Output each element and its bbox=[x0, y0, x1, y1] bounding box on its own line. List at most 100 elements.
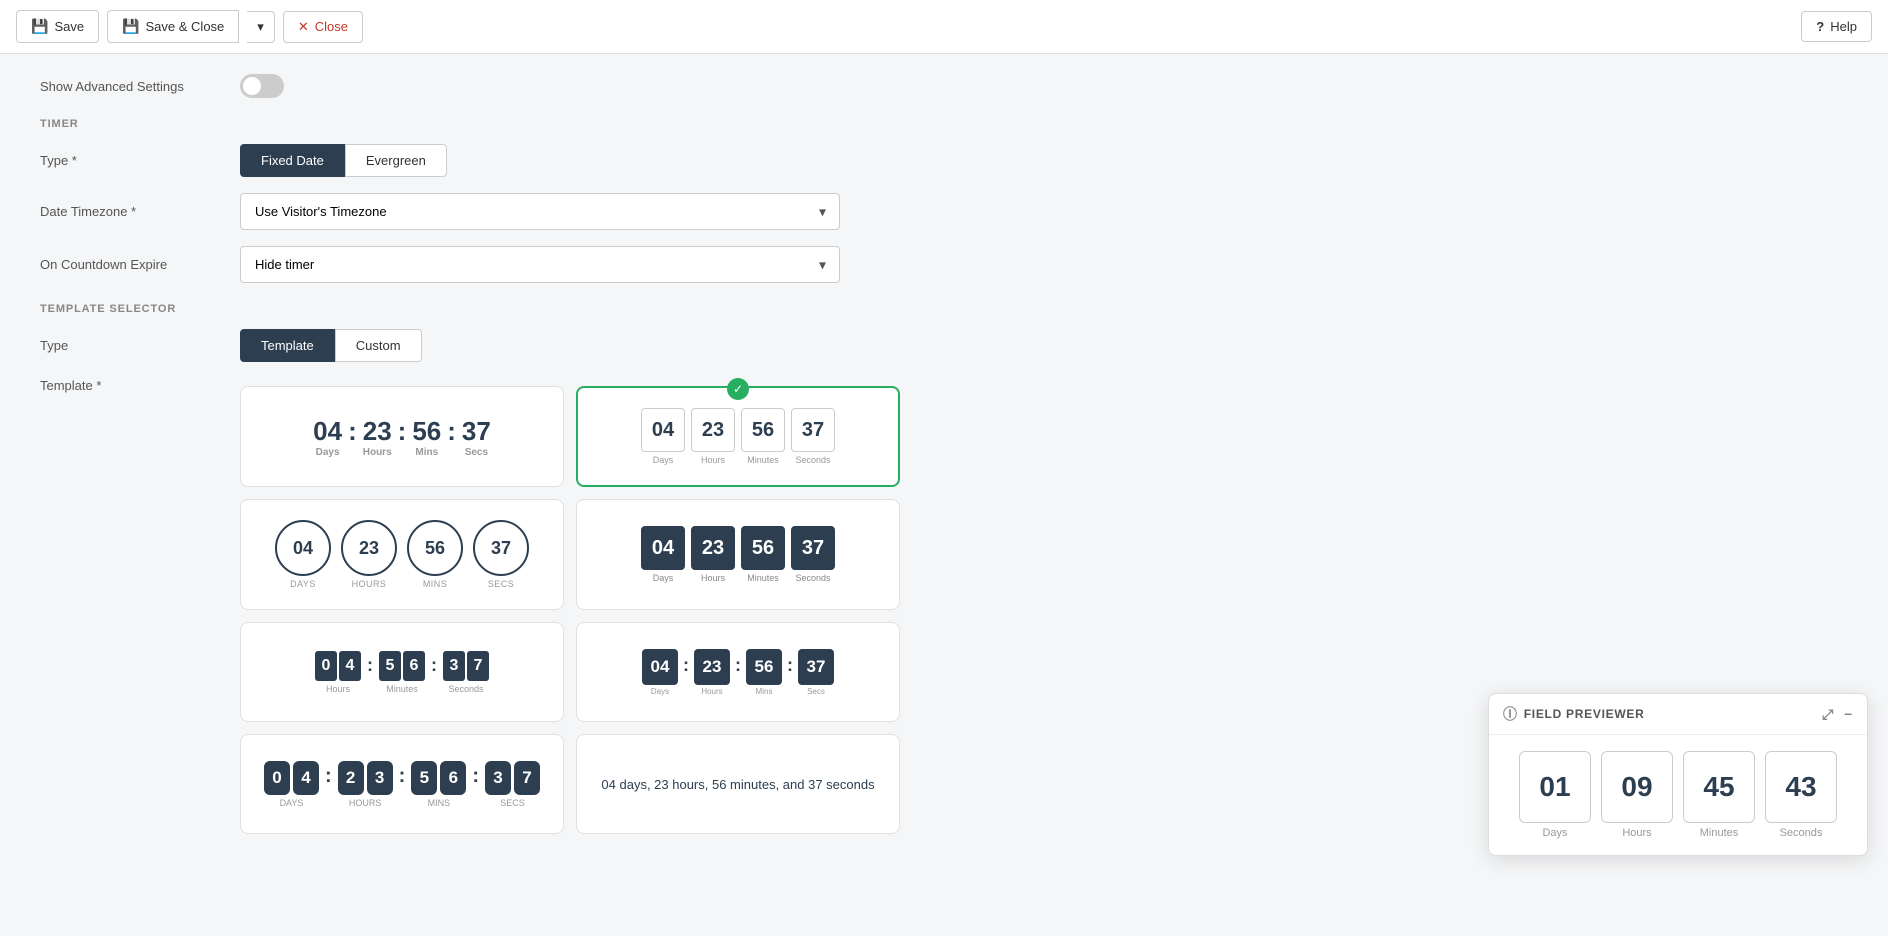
template-selector-row: Template * 04 Days : 23 Hours : 56 bbox=[40, 378, 1160, 834]
advanced-settings-label: Show Advanced Settings bbox=[40, 79, 240, 94]
timer-round-secs: 3 7 SECS bbox=[485, 761, 540, 808]
timer-plain-days: 04 Days bbox=[313, 416, 342, 458]
fp-expand-icon[interactable]: ⤢ bbox=[1822, 706, 1834, 723]
timer-inline-days: 04 Days bbox=[642, 649, 678, 696]
expire-select-wrapper: Hide timer ▾ bbox=[240, 246, 840, 283]
template-button[interactable]: Template bbox=[240, 329, 335, 362]
expire-row: On Countdown Expire Hide timer ▾ bbox=[40, 246, 1160, 283]
fp-body: 01 Days 09 Hours 45 Minutes 43 Seconds bbox=[1489, 735, 1867, 855]
timezone-select[interactable]: Use Visitor's Timezone bbox=[240, 193, 840, 230]
template-card-inline-dark[interactable]: 04 Days : 23 Hours : 56 Mins : 3 bbox=[576, 622, 900, 722]
template-card-box-light[interactable]: ✓ 04 Days 23 Hours 56 Minutes bbox=[576, 386, 900, 487]
fp-minutes-value: 45 bbox=[1683, 751, 1755, 823]
timer-box-days: 04 Days bbox=[641, 408, 685, 465]
timer-flip-mins: 5 6 Minutes bbox=[379, 651, 425, 694]
help-button[interactable]: ? Help bbox=[1801, 11, 1872, 42]
timer-box-dark-days: 04 Days bbox=[641, 526, 685, 583]
advanced-settings-row: Show Advanced Settings bbox=[40, 74, 1160, 98]
timer-box-light: 04 Days 23 Hours 56 Minutes 37 Seconds bbox=[641, 408, 835, 465]
timer-round-days: 0 4 DAYS bbox=[264, 761, 319, 808]
timer-inline-dark: 04 Days : 23 Hours : 56 Mins : 3 bbox=[642, 649, 834, 696]
timer-box-dark-secs: 37 Seconds bbox=[791, 526, 835, 583]
timer-circle-mins: 56 MINS bbox=[407, 520, 463, 589]
timer-plain-secs: 37 Secs bbox=[462, 416, 491, 458]
timer-round-mins: 5 6 MINS bbox=[411, 761, 466, 808]
fp-title: FIELD PREVIEWER bbox=[1524, 707, 1645, 721]
fp-seconds: 43 Seconds bbox=[1765, 751, 1837, 839]
timer-flip-hours: 0 4 Hours bbox=[315, 651, 361, 694]
template-card-plain[interactable]: 04 Days : 23 Hours : 56 Mins : 3 bbox=[240, 386, 564, 487]
fp-days-label: Days bbox=[1542, 827, 1567, 839]
timer-box-dark-mins: 56 Minutes bbox=[741, 526, 785, 583]
evergreen-button[interactable]: Evergreen bbox=[345, 144, 447, 177]
close-button[interactable]: ✕ Close bbox=[283, 11, 363, 43]
fp-days-value: 01 bbox=[1519, 751, 1591, 823]
question-icon: ? bbox=[1816, 19, 1824, 34]
timer-flip-light: 0 4 Hours : 5 6 Minutes : bbox=[315, 651, 489, 694]
timer-circle-light: 04 DAYS 23 HOURS 56 MINS 37 SECS bbox=[275, 520, 529, 589]
template-label: Template * bbox=[40, 378, 240, 393]
fp-hours-label: Hours bbox=[1622, 827, 1651, 839]
fp-header: ⓘ FIELD PREVIEWER ⤢ − bbox=[1489, 694, 1867, 735]
toolbar: 💾 Save 💾 Save & Close ▾ ✕ Close ? Help bbox=[0, 0, 1888, 54]
fp-seconds-label: Seconds bbox=[1780, 827, 1823, 839]
close-icon: ✕ bbox=[298, 19, 309, 35]
timer-text: 04 days, 23 hours, 56 minutes, and 37 se… bbox=[601, 777, 874, 792]
timer-circle-secs: 37 SECS bbox=[473, 520, 529, 589]
timer-box-secs: 37 Seconds bbox=[791, 408, 835, 465]
timer-box-dark: 04 Days 23 Hours 56 Minutes 37 Seconds bbox=[641, 526, 835, 583]
timer-plain: 04 Days : 23 Hours : 56 Mins : 3 bbox=[313, 416, 491, 458]
fp-days: 01 Days bbox=[1519, 751, 1591, 839]
template-card-box-dark[interactable]: 04 Days 23 Hours 56 Minutes 37 Seconds bbox=[576, 499, 900, 610]
timer-box-hours: 23 Hours bbox=[691, 408, 735, 465]
custom-button[interactable]: Custom bbox=[335, 329, 422, 362]
timer-circle-hours: 23 HOURS bbox=[341, 520, 397, 589]
dropdown-button[interactable]: ▾ bbox=[247, 11, 275, 43]
fp-hours: 09 Hours bbox=[1601, 751, 1673, 839]
timer-inline-hours: 23 Hours bbox=[694, 649, 730, 696]
timezone-select-wrapper: Use Visitor's Timezone ▾ bbox=[240, 193, 840, 230]
save-close-button[interactable]: 💾 Save & Close bbox=[107, 10, 239, 43]
template-card-circle-light[interactable]: 04 DAYS 23 HOURS 56 MINS 37 SECS bbox=[240, 499, 564, 610]
timer-box-dark-hours: 23 Hours bbox=[691, 526, 735, 583]
template-card-flip-light[interactable]: 0 4 Hours : 5 6 Minutes : bbox=[240, 622, 564, 722]
fp-seconds-value: 43 bbox=[1765, 751, 1837, 823]
timer-inline-secs: 37 Secs bbox=[798, 649, 834, 696]
type-label: Type * bbox=[40, 153, 240, 168]
selected-check-icon: ✓ bbox=[727, 378, 749, 400]
save-icon: 💾 bbox=[31, 18, 48, 35]
main-content: Show Advanced Settings TIMER Type * Fixe… bbox=[0, 54, 1200, 870]
type-toggle-group: Fixed Date Evergreen bbox=[240, 144, 447, 177]
template-card-round-flip[interactable]: 0 4 DAYS : 2 3 HOURS : bbox=[240, 734, 564, 834]
fp-minutes: 45 Minutes bbox=[1683, 751, 1755, 839]
save-button[interactable]: 💾 Save bbox=[16, 10, 99, 43]
toggle-slider bbox=[240, 74, 284, 98]
fixed-date-button[interactable]: Fixed Date bbox=[240, 144, 345, 177]
timer-plain-mins: 56 Mins bbox=[412, 416, 441, 458]
expire-select[interactable]: Hide timer bbox=[240, 246, 840, 283]
timer-box-mins: 56 Minutes bbox=[741, 408, 785, 465]
timer-inline-mins: 56 Mins bbox=[746, 649, 782, 696]
advanced-settings-toggle[interactable] bbox=[240, 74, 284, 98]
timer-plain-hours: 23 Hours bbox=[363, 416, 392, 458]
template-type-label: Type bbox=[40, 338, 240, 353]
timer-section-header: TIMER bbox=[40, 118, 1160, 130]
fp-minutes-label: Minutes bbox=[1700, 827, 1739, 839]
timezone-label: Date Timezone * bbox=[40, 204, 240, 219]
fp-hours-value: 09 bbox=[1601, 751, 1673, 823]
fp-info-icon: ⓘ bbox=[1503, 704, 1518, 724]
type-row: Type * Fixed Date Evergreen bbox=[40, 144, 1160, 177]
field-previewer: ⓘ FIELD PREVIEWER ⤢ − 01 Days 09 Hours 4… bbox=[1488, 693, 1868, 856]
timezone-row: Date Timezone * Use Visitor's Timezone ▾ bbox=[40, 193, 1160, 230]
timer-round-flip: 0 4 DAYS : 2 3 HOURS : bbox=[264, 761, 540, 808]
template-section-header: TEMPLATE SELECTOR bbox=[40, 303, 1160, 315]
expire-label: On Countdown Expire bbox=[40, 257, 240, 272]
fp-minimize-icon[interactable]: − bbox=[1844, 706, 1853, 723]
timer-round-hours: 2 3 HOURS bbox=[338, 761, 393, 808]
template-card-text[interactable]: 04 days, 23 hours, 56 minutes, and 37 se… bbox=[576, 734, 900, 834]
timer-flip-secs: 3 7 Seconds bbox=[443, 651, 489, 694]
save-close-icon: 💾 bbox=[122, 18, 139, 35]
template-type-row: Type Template Custom bbox=[40, 329, 1160, 362]
template-type-toggle-group: Template Custom bbox=[240, 329, 422, 362]
template-grid: 04 Days : 23 Hours : 56 Mins : 3 bbox=[240, 386, 900, 834]
